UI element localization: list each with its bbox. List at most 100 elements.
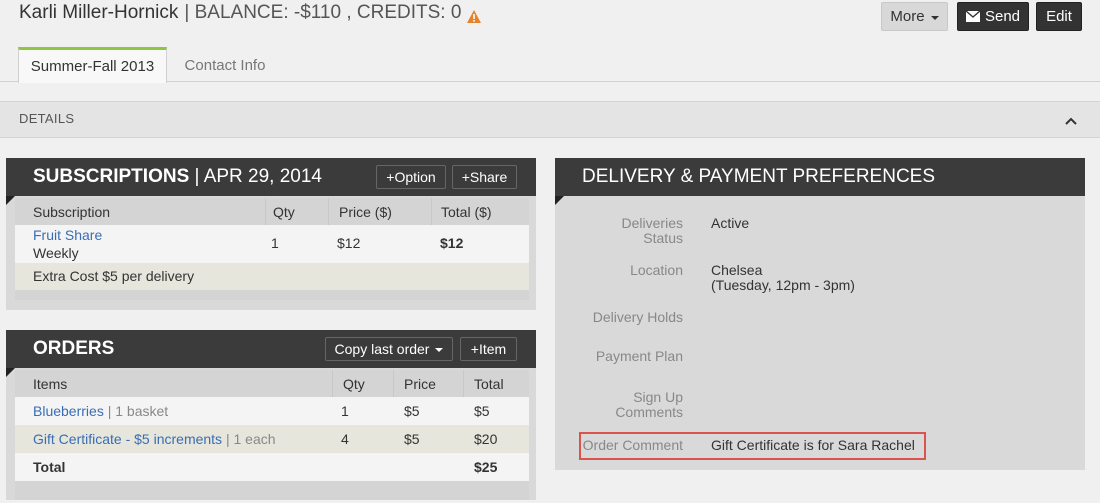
envelope-icon bbox=[965, 11, 980, 22]
table-row: Fruit Share Weekly 1 $12 $12 bbox=[15, 225, 529, 263]
tab-contact-info[interactable]: Contact Info bbox=[170, 47, 280, 83]
subscriptions-title: SUBSCRIPTIONS | APR 29, 2014 bbox=[33, 166, 322, 188]
table-row: Blueberries | 1 basket 1 $5 $5 bbox=[15, 397, 529, 425]
delivery-header: DELIVERY & PAYMENT PREFERENCES bbox=[555, 158, 1085, 196]
orders-title-text: ORDERS bbox=[33, 338, 115, 359]
order-item: Blueberries | 1 basket bbox=[33, 403, 168, 419]
customer-heading: Karli Miller-Hornick | BALANCE: -$110 , … bbox=[19, 2, 482, 24]
chevron-down-icon bbox=[435, 348, 444, 352]
field-value: Active bbox=[711, 215, 750, 231]
column-header: Price bbox=[404, 376, 436, 392]
order-total: $20 bbox=[474, 431, 498, 447]
field-label: Deliveries Status bbox=[555, 216, 683, 246]
page-header: Karli Miller-Hornick | BALANCE: -$110 , … bbox=[0, 0, 1100, 48]
tab-label: Summer-Fall 2013 bbox=[30, 58, 155, 75]
warning-icon bbox=[467, 7, 482, 23]
field-label-line: Comments bbox=[615, 404, 683, 420]
copy-last-order-button[interactable]: Copy last order bbox=[325, 337, 453, 361]
table-header-row: Items Qty Price Total bbox=[15, 370, 529, 397]
add-share-button[interactable]: +Share bbox=[452, 165, 517, 189]
order-qty: 4 bbox=[341, 431, 349, 447]
delivery-payment-panel: DELIVERY & PAYMENT PREFERENCES Deliverie… bbox=[555, 158, 1085, 470]
field-label-line: Deliveries bbox=[621, 215, 683, 231]
divider bbox=[265, 198, 266, 225]
orders-title: ORDERS bbox=[33, 338, 114, 360]
add-item-label: +Item bbox=[470, 341, 507, 357]
table-row: Gift Certificate - $5 increments | 1 eac… bbox=[15, 425, 529, 453]
details-section-bar[interactable]: DETAILS bbox=[0, 101, 1100, 138]
order-item: Gift Certificate - $5 increments | 1 eac… bbox=[33, 431, 276, 447]
delivery-title-text: DELIVERY & PAYMENT PREFERENCES bbox=[582, 166, 936, 187]
field-label-line: Sign Up bbox=[633, 389, 683, 405]
delivery-title: DELIVERY & PAYMENT PREFERENCES bbox=[582, 166, 935, 188]
panel-notch bbox=[6, 368, 15, 377]
location-detail: (Tuesday, 12pm - 3pm) bbox=[711, 277, 855, 293]
add-item-button[interactable]: +Item bbox=[460, 337, 517, 361]
details-label: DETAILS bbox=[19, 111, 75, 126]
table-header-row: Subscription Qty Price ($) Total ($) bbox=[15, 198, 529, 225]
order-comment-highlight bbox=[579, 432, 926, 460]
subscription-link[interactable]: Fruit Share bbox=[33, 227, 102, 243]
field-label: Sign Up Comments bbox=[555, 390, 683, 420]
total-label: Total bbox=[33, 459, 66, 475]
column-header: Price ($) bbox=[339, 204, 392, 220]
field-label: Delivery Holds bbox=[592, 309, 683, 325]
order-qty: 1 bbox=[341, 403, 349, 419]
field-label-line: Status bbox=[643, 230, 683, 246]
field-label: Location bbox=[630, 262, 683, 278]
edit-label: Edit bbox=[1046, 8, 1072, 25]
column-header: Total bbox=[474, 376, 504, 392]
order-price: $5 bbox=[404, 431, 420, 447]
subscriptions-header: SUBSCRIPTIONS | APR 29, 2014 +Option +Sh… bbox=[6, 158, 536, 196]
send-button[interactable]: Send bbox=[957, 2, 1029, 31]
table-row: Extra Cost $5 per delivery bbox=[15, 263, 529, 290]
copy-last-order-label: Copy last order bbox=[334, 341, 430, 357]
location-link[interactable]: Chelsea bbox=[711, 263, 762, 278]
order-item-link[interactable]: Blueberries bbox=[33, 403, 104, 419]
column-header: Qty bbox=[273, 204, 295, 220]
order-total: $5 bbox=[474, 403, 490, 419]
subscription-price: $12 bbox=[337, 235, 361, 251]
extra-cost: Extra Cost $5 per delivery bbox=[33, 268, 195, 284]
divider bbox=[332, 370, 333, 397]
table-footer bbox=[15, 290, 529, 300]
order-item-link[interactable]: Gift Certificate - $5 increments bbox=[33, 431, 222, 447]
total-value: $25 bbox=[474, 459, 498, 475]
chevron-down-icon bbox=[930, 15, 939, 20]
send-label: Send bbox=[984, 8, 1021, 25]
column-header: Subscription bbox=[33, 204, 111, 220]
orders-header: ORDERS Copy last order +Item bbox=[6, 330, 536, 368]
subscriptions-title-text: SUBSCRIPTIONS bbox=[33, 166, 190, 187]
panel-notch bbox=[555, 196, 564, 205]
customer-name: Karli Miller-Hornick bbox=[19, 2, 179, 23]
order-item-unit: | 1 each bbox=[225, 431, 276, 447]
subscriptions-date: | APR 29, 2014 bbox=[194, 166, 323, 187]
subscriptions-table: Subscription Qty Price ($) Total ($) Fru… bbox=[15, 198, 529, 300]
column-header: Items bbox=[33, 376, 68, 392]
edit-button[interactable]: Edit bbox=[1036, 2, 1082, 31]
orders-panel: ORDERS Copy last order +Item Items Qty P… bbox=[6, 330, 536, 500]
field-label: Payment Plan bbox=[595, 348, 683, 364]
divider bbox=[393, 370, 394, 397]
table-total-row: Total $25 bbox=[15, 453, 529, 481]
more-button[interactable]: More bbox=[881, 2, 948, 31]
tab-label: Contact Info bbox=[184, 56, 266, 74]
more-label: More bbox=[890, 8, 925, 25]
tab-bar: Summer-Fall 2013 Contact Info bbox=[0, 47, 1100, 83]
balance-credits: | BALANCE: -$110 , CREDITS: 0 bbox=[184, 2, 462, 23]
panel-notch bbox=[6, 196, 15, 205]
order-item-unit: | 1 basket bbox=[107, 403, 169, 419]
tab-summer-fall-2013[interactable]: Summer-Fall 2013 bbox=[18, 47, 167, 83]
divider bbox=[328, 198, 329, 225]
column-header: Total ($) bbox=[441, 204, 492, 220]
subscription-qty: 1 bbox=[271, 235, 279, 251]
chevron-up-icon[interactable] bbox=[1065, 113, 1077, 125]
table-footer bbox=[15, 481, 529, 500]
subscription-frequency: Weekly bbox=[33, 245, 79, 261]
add-option-button[interactable]: +Option bbox=[376, 165, 446, 189]
order-price: $5 bbox=[404, 403, 420, 419]
add-share-label: +Share bbox=[461, 169, 508, 185]
add-option-label: +Option bbox=[386, 169, 436, 185]
orders-table: Items Qty Price Total Blueberries | 1 ba… bbox=[15, 370, 529, 500]
column-header: Qty bbox=[343, 376, 365, 392]
